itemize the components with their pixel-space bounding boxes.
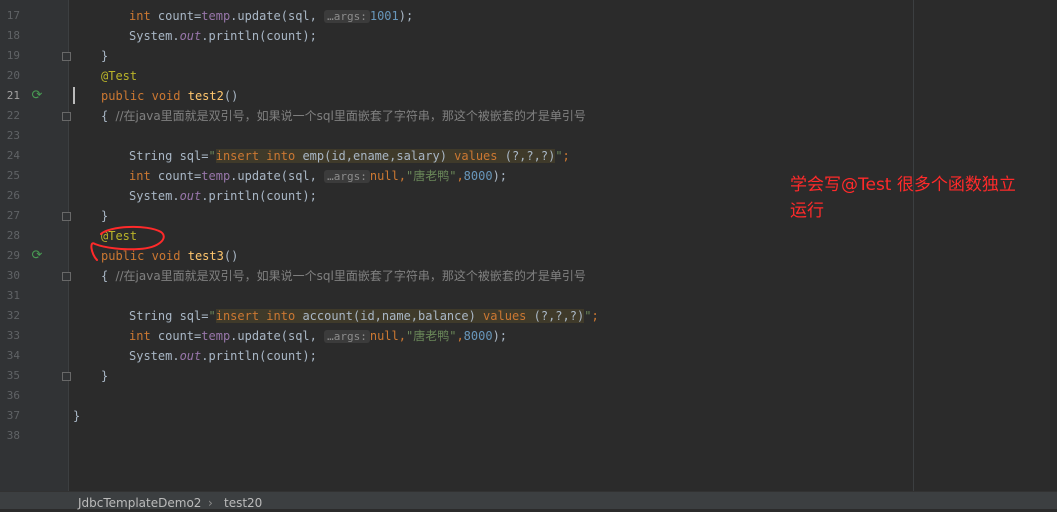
code-line-33: 33 int count=temp.update(sql, …args: null… bbox=[0, 326, 1057, 346]
line-number: 28 bbox=[6, 229, 20, 242]
code-line-31: 31 bbox=[0, 286, 1057, 306]
code-line-34: 34 System.out.println(count); bbox=[0, 346, 1057, 366]
fold-icon[interactable] bbox=[62, 372, 71, 381]
line-number: 32 bbox=[6, 309, 20, 322]
code-text[interactable]: System.out.println(count); bbox=[129, 346, 317, 366]
code-text[interactable]: } bbox=[73, 406, 80, 426]
code-line-21: 21 ⟳ public void test2() bbox=[0, 86, 1057, 106]
breadcrumb-method[interactable]: test20 bbox=[224, 495, 262, 512]
line-number: 17 bbox=[6, 9, 20, 22]
breadcrumb: JdbcTemplateDemo2 › test20 bbox=[0, 491, 1057, 512]
code-line-36: 36 bbox=[0, 386, 1057, 406]
run-test-icon[interactable]: ⟳ bbox=[30, 89, 44, 103]
code-text[interactable]: System.out.println(count); bbox=[129, 186, 317, 206]
parameter-hint: …args: bbox=[324, 10, 370, 23]
code-text[interactable]: public void test2() bbox=[101, 86, 238, 106]
line-number: 37 bbox=[6, 409, 20, 422]
line-number: 26 bbox=[6, 189, 20, 202]
code-line-32: 32 String sql="insert into account(id,na… bbox=[0, 306, 1057, 326]
line-number: 23 bbox=[6, 129, 20, 142]
chevron-right-icon: › bbox=[208, 496, 213, 510]
line-number: 19 bbox=[6, 49, 20, 62]
line-number: 38 bbox=[6, 429, 20, 442]
red-note-annotation: 学会写@Test 很多个函数独立 运行 bbox=[790, 172, 1055, 224]
code-line-35: 35 } bbox=[0, 366, 1057, 386]
line-number: 24 bbox=[6, 149, 20, 162]
run-test-icon[interactable]: ⟳ bbox=[30, 249, 44, 263]
line-number: 18 bbox=[6, 29, 20, 42]
red-circle-annotation bbox=[90, 225, 165, 261]
code-line-24: 24 String sql="insert into emp(id,ename,… bbox=[0, 146, 1057, 166]
line-number: 34 bbox=[6, 349, 20, 362]
code-text[interactable]: int count=temp.update(sql, …args: null,"唐… bbox=[129, 166, 507, 187]
parameter-hint: …args: bbox=[324, 330, 370, 343]
code-text[interactable]: { //在java里面就是双引号，如果说一个sql里面嵌套了字符串，那这个被嵌套… bbox=[101, 106, 586, 126]
line-number: 33 bbox=[6, 329, 20, 342]
fold-icon[interactable] bbox=[62, 112, 71, 121]
line-number: 27 bbox=[6, 209, 20, 222]
line-number: 31 bbox=[6, 289, 20, 302]
code-text[interactable]: int count=temp.update(sql, …args: null,"唐… bbox=[129, 326, 507, 347]
code-line-22: 22 { //在java里面就是双引号，如果说一个sql里面嵌套了字符串，那这个… bbox=[0, 106, 1057, 126]
code-text[interactable]: } bbox=[101, 46, 108, 66]
line-number: 25 bbox=[6, 169, 20, 182]
code-text[interactable]: String sql="insert into emp(id,ename,sal… bbox=[129, 146, 570, 166]
code-text[interactable]: int count=temp.update(sql, …args: 1001); bbox=[129, 6, 413, 27]
line-number: 20 bbox=[6, 69, 20, 82]
note-line-2: 运行 bbox=[790, 201, 824, 221]
line-number: 21 bbox=[6, 89, 20, 102]
note-line-1: 学会写@Test 很多个函数独立 bbox=[790, 175, 1016, 195]
code-text[interactable]: { //在java里面就是双引号，如果说一个sql里面嵌套了字符串，那这个被嵌套… bbox=[101, 266, 586, 286]
fold-icon[interactable] bbox=[62, 212, 71, 221]
code-text[interactable]: } bbox=[101, 366, 108, 386]
code-line-19: 19 } bbox=[0, 46, 1057, 66]
code-line-17: 17 int count=temp.update(sql, …args: 1001… bbox=[0, 6, 1057, 26]
fold-icon[interactable] bbox=[62, 272, 71, 281]
code-text[interactable]: System.out.println(count); bbox=[129, 26, 317, 46]
line-number: 36 bbox=[6, 389, 20, 402]
annotation-test[interactable]: @Test bbox=[101, 66, 137, 86]
breadcrumb-class[interactable]: JdbcTemplateDemo2 bbox=[78, 495, 201, 512]
code-text[interactable]: String sql="insert into account(id,name,… bbox=[129, 306, 599, 326]
code-line-37: 37 } bbox=[0, 406, 1057, 426]
line-number: 29 bbox=[6, 249, 20, 262]
text-caret bbox=[73, 87, 75, 104]
fold-icon[interactable] bbox=[62, 52, 71, 61]
code-line-20: 20 @Test bbox=[0, 66, 1057, 86]
parameter-hint: …args: bbox=[324, 170, 370, 183]
code-line-30: 30 { //在java里面就是双引号，如果说一个sql里面嵌套了字符串，那这个… bbox=[0, 266, 1057, 286]
code-line-23: 23 bbox=[0, 126, 1057, 146]
line-number: 30 bbox=[6, 269, 20, 282]
code-line-38: 38 bbox=[0, 426, 1057, 446]
line-number: 22 bbox=[6, 109, 20, 122]
code-line-18: 18 System.out.println(count); bbox=[0, 26, 1057, 46]
line-number: 35 bbox=[6, 369, 20, 382]
